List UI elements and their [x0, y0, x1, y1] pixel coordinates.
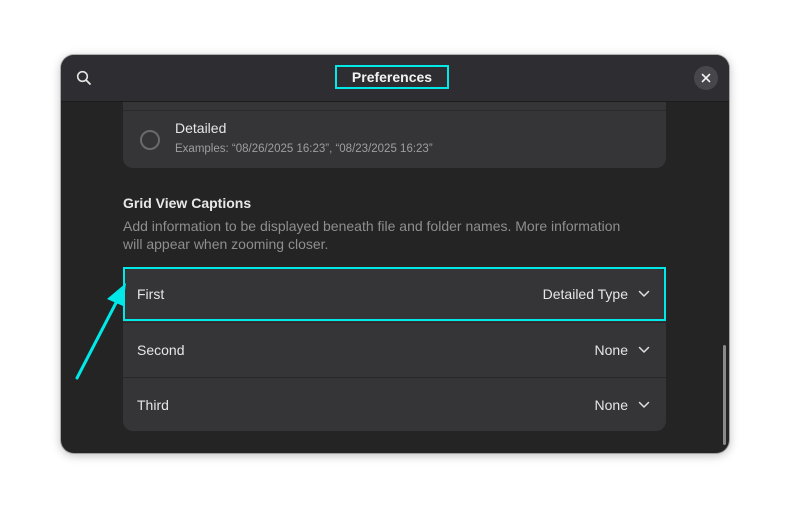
section-title: Grid View Captions: [123, 195, 252, 211]
preferences-window: Preferences Detailed Examples: “08/26/20…: [61, 55, 729, 453]
option-example: Examples: “08/26/2025 16:23”, “08/23/202…: [175, 143, 433, 155]
search-button[interactable]: [71, 65, 97, 91]
option-title: Detailed: [175, 120, 227, 136]
date-format-card: Detailed Examples: “08/26/2025 16:23”, “…: [123, 102, 666, 168]
caption-dropdown[interactable]: None: [595, 342, 650, 358]
chevron-down-icon: [638, 290, 650, 297]
detailed-radio[interactable]: [140, 130, 160, 150]
chevron-down-icon: [638, 401, 650, 408]
chevron-down-icon: [638, 346, 650, 353]
caption-dropdown[interactable]: None: [595, 397, 650, 413]
close-button[interactable]: [694, 66, 718, 90]
preferences-content: Detailed Examples: “08/26/2025 16:23”, “…: [61, 102, 729, 453]
row-label: Second: [137, 342, 185, 358]
row-value: Detailed Type: [542, 286, 628, 302]
row-label: Third: [137, 397, 169, 413]
row-label: First: [137, 286, 165, 302]
close-icon: [701, 73, 711, 83]
caption-row-third[interactable]: Third None: [123, 377, 666, 432]
caption-row-first[interactable]: First Detailed Type: [123, 267, 666, 321]
caption-row-second[interactable]: Second None: [123, 322, 666, 377]
window-title: Preferences: [335, 65, 449, 89]
captions-card: First Detailed Type Second None Third No…: [123, 267, 666, 431]
row-value: None: [594, 342, 628, 358]
header-bar: Preferences: [61, 55, 729, 102]
divider: [123, 110, 666, 111]
section-description: Add information to be displayed beneath …: [123, 218, 621, 252]
row-value: None: [594, 397, 628, 413]
search-icon: [76, 70, 91, 85]
scrollbar[interactable]: [723, 345, 726, 445]
caption-dropdown[interactable]: Detailed Type: [543, 286, 650, 302]
